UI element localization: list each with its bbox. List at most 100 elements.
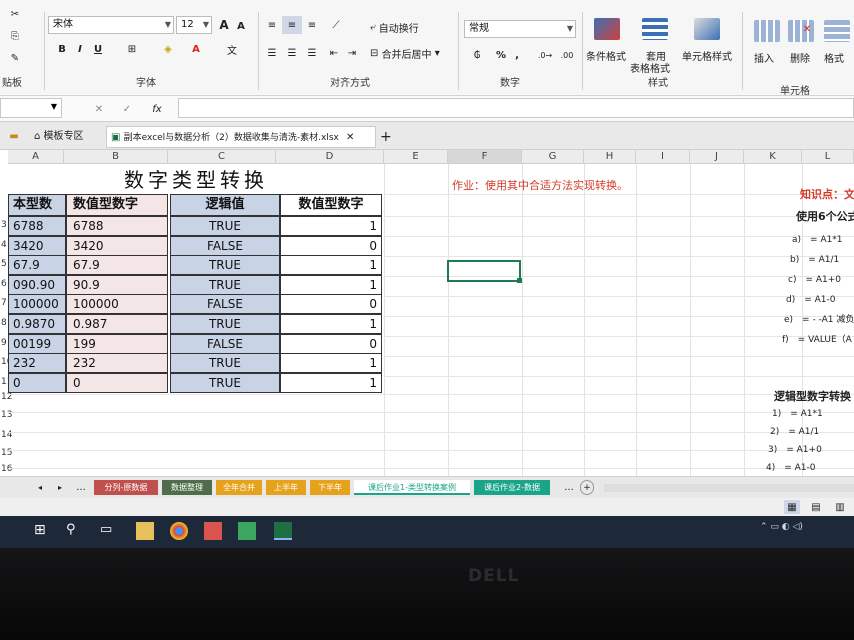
close-icon[interactable]: ✕ [346, 132, 354, 143]
logic-method-4[interactable]: 4) = A1-0 [766, 460, 816, 473]
copy-icon[interactable]: ⎘ [6, 28, 24, 44]
header-text-number[interactable]: 本型数 [8, 194, 66, 216]
comma-button[interactable]: , [510, 46, 524, 64]
sheet-tab[interactable]: 下半年 [310, 480, 350, 495]
task-note[interactable]: 作业：使用其中合适方法实现转换。 [452, 176, 628, 195]
sheet-overflow-button[interactable]: ... [562, 480, 576, 495]
row-header[interactable]: 3 [1, 220, 7, 230]
align-center-icon[interactable]: ☰ [282, 44, 302, 62]
cell-text-number[interactable]: 67.9 [8, 255, 66, 276]
table-format-label-2[interactable]: 表格格式 [630, 60, 670, 75]
tab-workbook[interactable]: ▣ 副本excel与数据分析（2）数据收集与清洗-素材.xlsx ✕ [106, 126, 376, 148]
method-a[interactable]: a) = A1*1 [792, 232, 843, 245]
file-explorer-icon[interactable] [136, 522, 154, 540]
cell-logic-numeric[interactable]: 0 [280, 235, 382, 256]
cell-logic-value[interactable]: TRUE [170, 314, 280, 334]
method-f[interactable]: f) = VALUE（A [782, 332, 852, 345]
cell-text-number[interactable]: 090.90 [8, 274, 66, 295]
cell-numeric-value[interactable]: 232 [66, 353, 168, 374]
cell-logic-value[interactable]: TRUE [170, 255, 280, 276]
sheet-tab[interactable]: 课后作业2-数据 [474, 480, 550, 495]
cell-logic-value[interactable]: FALSE [170, 235, 280, 256]
conditional-format-label[interactable]: 条件格式 [586, 48, 626, 63]
logic-method-1[interactable]: 1) = A1*1 [772, 406, 823, 419]
row-header[interactable]: 4 [1, 240, 7, 250]
cell-logic-numeric[interactable]: 1 [280, 372, 382, 393]
fill-color-icon[interactable]: ◈ [158, 40, 178, 58]
browser-icon[interactable] [170, 522, 188, 540]
shrink-font-button[interactable]: A [234, 18, 248, 34]
cell-logic-value[interactable]: FALSE [170, 333, 280, 354]
conditional-format-icon[interactable] [594, 18, 620, 40]
fill-handle[interactable] [517, 278, 522, 283]
logic-title[interactable]: 逻辑型数字转换 [774, 388, 851, 404]
indent-increase-icon[interactable]: ⇥ [342, 44, 362, 62]
knowledge-title[interactable]: 知识点：文 [800, 186, 854, 202]
sheet-tab[interactable]: 课后作业1-类型转换案例 [354, 480, 470, 495]
cell-text-number[interactable]: 100000 [8, 294, 66, 315]
scroll-left-icon[interactable]: ◂ [34, 480, 46, 495]
column-header-E[interactable]: E [384, 150, 448, 164]
column-header-B[interactable]: B [64, 150, 168, 164]
cell-numeric-value[interactable]: 90.9 [66, 274, 168, 295]
cell-text-number[interactable]: 232 [8, 353, 66, 374]
grow-font-button[interactable]: A [216, 16, 232, 34]
percent-button[interactable]: % [494, 46, 508, 64]
cell-numeric-value[interactable]: 199 [66, 333, 168, 354]
cell-logic-numeric[interactable]: 0 [280, 294, 382, 315]
cell-logic-value[interactable]: TRUE [170, 353, 280, 374]
cell-style-icon[interactable] [694, 18, 720, 40]
name-box[interactable]: ▼ [0, 98, 62, 118]
cell-logic-value[interactable]: TRUE [170, 216, 280, 236]
row-header[interactable]: 7 [1, 298, 7, 308]
row-header[interactable]: 5 [1, 259, 7, 269]
increase-decimal-icon[interactable]: .0→ [534, 46, 556, 64]
cell-text-number[interactable]: 0 [8, 372, 66, 393]
column-header-F[interactable]: F [448, 150, 522, 164]
logic-method-3[interactable]: 3) = A1+0 [768, 442, 822, 455]
cell-numeric-value[interactable]: 6788 [66, 216, 168, 236]
font-size-select[interactable]: 12 ▼ [176, 16, 212, 34]
sheet-tab[interactable]: 分列-原数据 [94, 480, 158, 495]
app-green-icon[interactable] [238, 522, 256, 540]
column-header-D[interactable]: D [276, 150, 384, 164]
cell-logic-value[interactable]: FALSE [170, 294, 280, 315]
more-sheets-button[interactable]: ... [74, 480, 88, 495]
sheet-tab[interactable]: 数据整理 [162, 480, 212, 495]
folder-icon[interactable]: ▬ [6, 128, 22, 144]
align-top-icon[interactable]: ≡ [262, 16, 282, 34]
font-color-icon[interactable]: A [186, 40, 206, 58]
row-header[interactable]: 9 [1, 338, 7, 348]
horizontal-scrollbar[interactable] [604, 484, 854, 492]
cell-logic-numeric[interactable]: 1 [280, 216, 382, 236]
column-header-G[interactable]: G [522, 150, 584, 164]
bold-button[interactable]: B [54, 40, 70, 58]
page-break-icon[interactable]: ▥ [832, 500, 848, 514]
format-cells-icon[interactable] [824, 20, 850, 42]
cut-icon[interactable]: ✂ [6, 6, 24, 22]
align-middle-icon[interactable]: ≡ [282, 16, 302, 34]
methods-title[interactable]: 使用6个公式 [796, 208, 854, 224]
column-header-K[interactable]: K [744, 150, 802, 164]
cell-text-number[interactable]: 3420 [8, 235, 66, 256]
row-header-16[interactable]: 16 [1, 464, 12, 474]
font-name-select[interactable]: 宋体 ▼ [48, 16, 174, 34]
cell-text-number[interactable]: 0.9870 [8, 314, 66, 334]
merge-center-button[interactable]: ⊟ 合并后居中 ▾ [370, 44, 448, 62]
header-logic[interactable]: 逻辑值 [170, 194, 280, 216]
method-e[interactable]: e) = - -A1 减负 [784, 312, 854, 325]
logic-method-2[interactable]: 2) = A1/1 [770, 424, 819, 437]
tab-template-zone[interactable]: ⌂ 模板专区 [34, 126, 102, 148]
header-numeric-2[interactable]: 数值型数字 [280, 194, 382, 216]
sheet-title[interactable]: 数字类型转换 [8, 166, 384, 194]
windows-start-icon[interactable]: ⊞ [34, 522, 52, 540]
row-header[interactable]: 8 [1, 318, 7, 328]
table-format-icon[interactable] [642, 18, 668, 40]
phonetic-icon[interactable]: 文 [222, 40, 242, 58]
cell-logic-value[interactable]: TRUE [170, 274, 280, 295]
cell-logic-numeric[interactable]: 1 [280, 255, 382, 276]
new-tab-button[interactable]: + [380, 126, 394, 148]
method-c[interactable]: c) = A1+0 [788, 272, 841, 285]
align-bottom-icon[interactable]: ≡ [302, 16, 322, 34]
border-icon[interactable]: ⊞ [122, 40, 142, 58]
